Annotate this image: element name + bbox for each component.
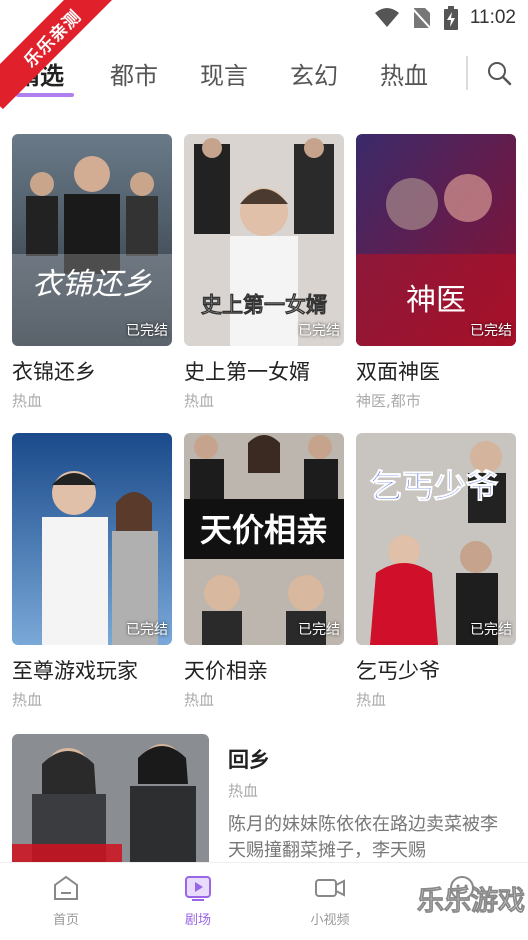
poster-image: 乞丐少爷: [356, 433, 516, 645]
clock: 11:02: [469, 7, 516, 28]
drama-title[interactable]: 乞丐少爷: [356, 655, 516, 685]
nav-theater-label: 剧场: [184, 913, 211, 928]
drama-card[interactable]: 史上第一女婿 已完结 史上第一女婿 热血: [184, 134, 344, 411]
drama-card[interactable]: 乞丐少爷 已完结 乞丐少爷 热血: [356, 433, 516, 710]
poster-title: 史上第一女婿: [201, 293, 327, 317]
tab-city[interactable]: 都市: [110, 56, 158, 91]
home-icon: [54, 875, 78, 900]
status-badge: 已完结: [126, 622, 168, 638]
drama-tags: 热血: [184, 392, 215, 410]
tab-divider: [466, 56, 468, 90]
status-badge: 已完结: [126, 323, 168, 339]
featured-poster-image: [12, 734, 209, 864]
status-icons: 11:02: [374, 6, 516, 30]
poster-title: 乞丐少爷: [370, 467, 498, 505]
search-icon[interactable]: [486, 60, 512, 86]
drama-tags: 热血: [184, 691, 215, 709]
drama-title[interactable]: 天价相亲: [184, 655, 344, 685]
poster-title: 衣锦还乡: [32, 267, 152, 302]
poster[interactable]: 史上第一女婿 已完结: [184, 134, 344, 346]
poster-title: 天价相亲: [200, 511, 328, 549]
featured-drama[interactable]: 回乡 热血 陈月的妹妹陈依依在路边卖菜被李天赐撞翻菜摊子，李天赐: [12, 734, 516, 864]
drama-tags: 热血: [356, 691, 387, 709]
status-badge: 已完结: [298, 323, 340, 339]
poster[interactable]: 天价相亲 已完结: [184, 433, 344, 645]
drama-title[interactable]: 至尊游戏玩家: [12, 655, 172, 685]
drama-tags: 神医,都市: [356, 392, 421, 410]
watermark: 乐乐游戏: [416, 866, 526, 938]
status-badge: 已完结: [470, 323, 512, 339]
featured-description: 陈月的妹妹陈依依在路边卖菜被李天赐撞翻菜摊子，李天赐: [228, 814, 498, 861]
poster-image: 史上第一女婿: [184, 134, 344, 346]
nav-theater[interactable]: 剧场: [158, 875, 238, 928]
drama-card[interactable]: 天价相亲 已完结 天价相亲 热血: [184, 433, 344, 710]
battery-charging-icon: [443, 6, 458, 30]
poster[interactable]: 衣锦还乡 已完结: [12, 134, 172, 346]
video-camera-icon: [315, 879, 345, 897]
poster-image: [12, 433, 172, 645]
tab-modern-romance[interactable]: 现言: [200, 56, 248, 91]
poster-image: 衣锦还乡: [12, 134, 172, 346]
tab-fantasy[interactable]: 玄幻: [290, 56, 338, 91]
theater-icon: [185, 876, 211, 901]
drama-card[interactable]: 神医 已完结 双面神医 神医,都市: [356, 134, 516, 411]
active-tab-indicator: [16, 93, 74, 97]
featured-tag: 热血: [228, 782, 259, 800]
featured-poster[interactable]: [12, 734, 209, 864]
tab-action[interactable]: 热血: [380, 56, 428, 91]
drama-title[interactable]: 双面神医: [356, 356, 516, 386]
nav-short-video[interactable]: 小视频: [290, 875, 370, 928]
poster-image: 神医: [356, 134, 516, 346]
drama-tags: 热血: [12, 691, 43, 709]
poster[interactable]: 乞丐少爷 已完结: [356, 433, 516, 645]
no-sim-icon: [411, 7, 432, 30]
drama-card[interactable]: 已完结 至尊游戏玩家 热血: [12, 433, 172, 710]
watermark-text: 乐乐游戏: [417, 886, 525, 917]
drama-tags: 热血: [12, 392, 43, 410]
featured-title[interactable]: 回乡: [228, 744, 270, 774]
poster[interactable]: 已完结: [12, 433, 172, 645]
nav-home[interactable]: 首页: [26, 875, 106, 928]
nav-home-label: 首页: [52, 913, 79, 928]
nav-short-video-label: 小视频: [310, 913, 350, 928]
category-tabs: 精选 都市 现言 玄幻 热血: [0, 50, 528, 104]
poster-image: 天价相亲: [184, 433, 344, 645]
watermark-logo: 乐乐游戏: [417, 886, 526, 918]
status-badge: 已完结: [470, 622, 512, 638]
drama-title[interactable]: 衣锦还乡: [12, 356, 172, 386]
drama-card[interactable]: 衣锦还乡 已完结 衣锦还乡 热血: [12, 134, 172, 411]
wifi-icon: [374, 8, 399, 27]
poster[interactable]: 神医 已完结: [356, 134, 516, 346]
status-badge: 已完结: [298, 622, 340, 638]
drama-title[interactable]: 史上第一女婿: [184, 356, 344, 386]
poster-title: 神医: [406, 283, 466, 318]
